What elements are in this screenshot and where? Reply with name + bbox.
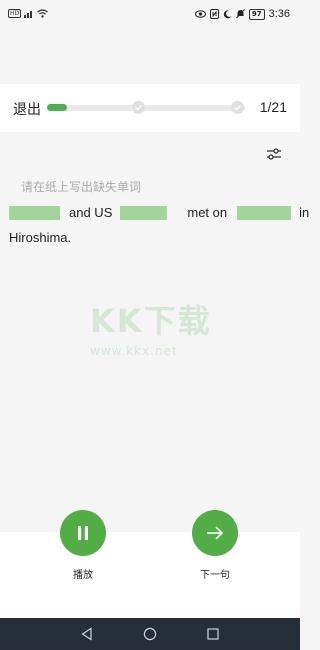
status-left: HD — [8, 9, 49, 18]
nfc-icon — [209, 9, 219, 19]
check-icon — [234, 105, 241, 111]
exit-button[interactable]: 退出 — [13, 99, 41, 119]
pause-icon — [78, 526, 88, 540]
sentence-word: in — [299, 205, 310, 220]
sliders-icon — [267, 148, 281, 160]
recents-icon[interactable] — [206, 627, 220, 641]
watermark: KK下载 www.kkx.net — [90, 296, 220, 358]
play-pause-button[interactable] — [60, 510, 106, 556]
status-bar: HD 97 3:36 — [0, 0, 300, 32]
sentence-word: and US — [69, 205, 113, 220]
navigation-bar — [0, 618, 300, 650]
next-sentence-button[interactable] — [192, 510, 238, 556]
hd-badge: HD — [8, 9, 22, 18]
watermark-logo: KK下载 — [90, 302, 212, 340]
blank-1[interactable] — [9, 205, 60, 220]
watermark-url: www.kkx.net — [90, 344, 178, 358]
sentence-word: Hiroshima. — [9, 230, 72, 245]
status-right: 97 3:36 — [194, 8, 290, 20]
checkpoint-1 — [132, 101, 145, 114]
home-icon[interactable] — [143, 627, 157, 641]
instruction-text: 请在纸上写出缺失单词 — [21, 180, 142, 194]
checkpoint-2 — [231, 101, 244, 114]
progress-fill — [47, 104, 67, 111]
progress-counter: 1/21 — [259, 99, 287, 115]
blank-3[interactable] — [237, 205, 292, 220]
moon-icon — [223, 9, 232, 18]
check-icon — [135, 105, 142, 111]
next-label: 下一句 — [200, 570, 230, 581]
settings-button[interactable] — [265, 145, 283, 163]
play-label: 播放 — [73, 570, 93, 581]
battery-icon: 97 — [248, 8, 265, 20]
arrow-right-icon — [207, 526, 224, 540]
back-icon[interactable] — [80, 627, 94, 641]
silent-icon — [235, 9, 245, 19]
playback-controls: 播放 下一句 — [0, 510, 300, 618]
wifi-icon — [37, 9, 49, 18]
progress-track — [47, 105, 245, 111]
clock: 3:36 — [268, 8, 290, 20]
blank-2[interactable] — [120, 205, 168, 220]
sentence-word: met on — [187, 205, 228, 220]
signal-icon — [24, 11, 33, 18]
sentence-line-2: Hiroshima. — [9, 230, 71, 245]
eye-icon — [194, 10, 206, 18]
sentence-line-1: and US met on in — [9, 205, 309, 220]
